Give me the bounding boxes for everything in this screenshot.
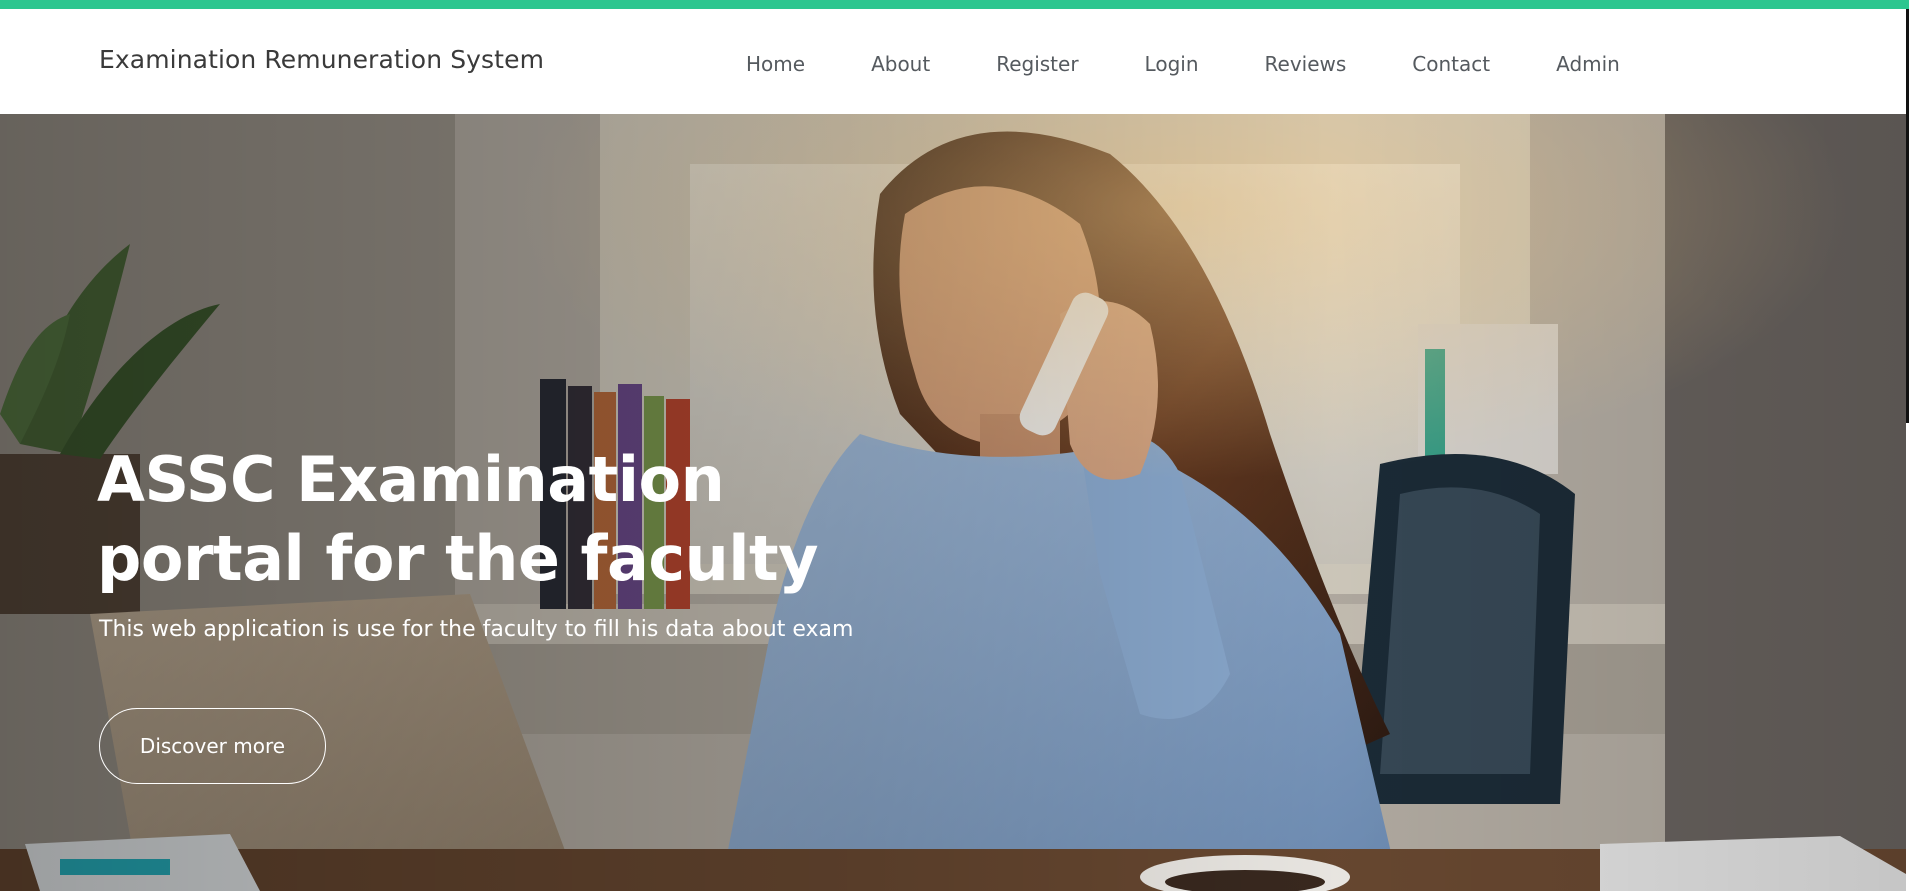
hero-section: ASSC Examination portal for the faculty … [0,114,1906,891]
nav-item-login[interactable]: Login [1145,52,1199,76]
nav-item-about[interactable]: About [871,52,930,76]
nav-menu: Home About Register Login Reviews Contac… [746,49,1620,79]
nav-item-register[interactable]: Register [996,52,1078,76]
hero-subtitle: This web application is use for the facu… [99,617,854,642]
brand-title[interactable]: Examination Remuneration System [99,45,544,74]
nav-item-contact[interactable]: Contact [1412,52,1490,76]
hero-title: ASSC Examination portal for the faculty [97,443,819,595]
nav-item-home[interactable]: Home [746,52,805,76]
top-accent-bar [0,0,1909,9]
nav-item-admin[interactable]: Admin [1556,52,1620,76]
navbar: Examination Remuneration System Home Abo… [0,9,1909,114]
discover-more-button[interactable]: Discover more [99,708,326,784]
nav-item-reviews[interactable]: Reviews [1265,52,1347,76]
